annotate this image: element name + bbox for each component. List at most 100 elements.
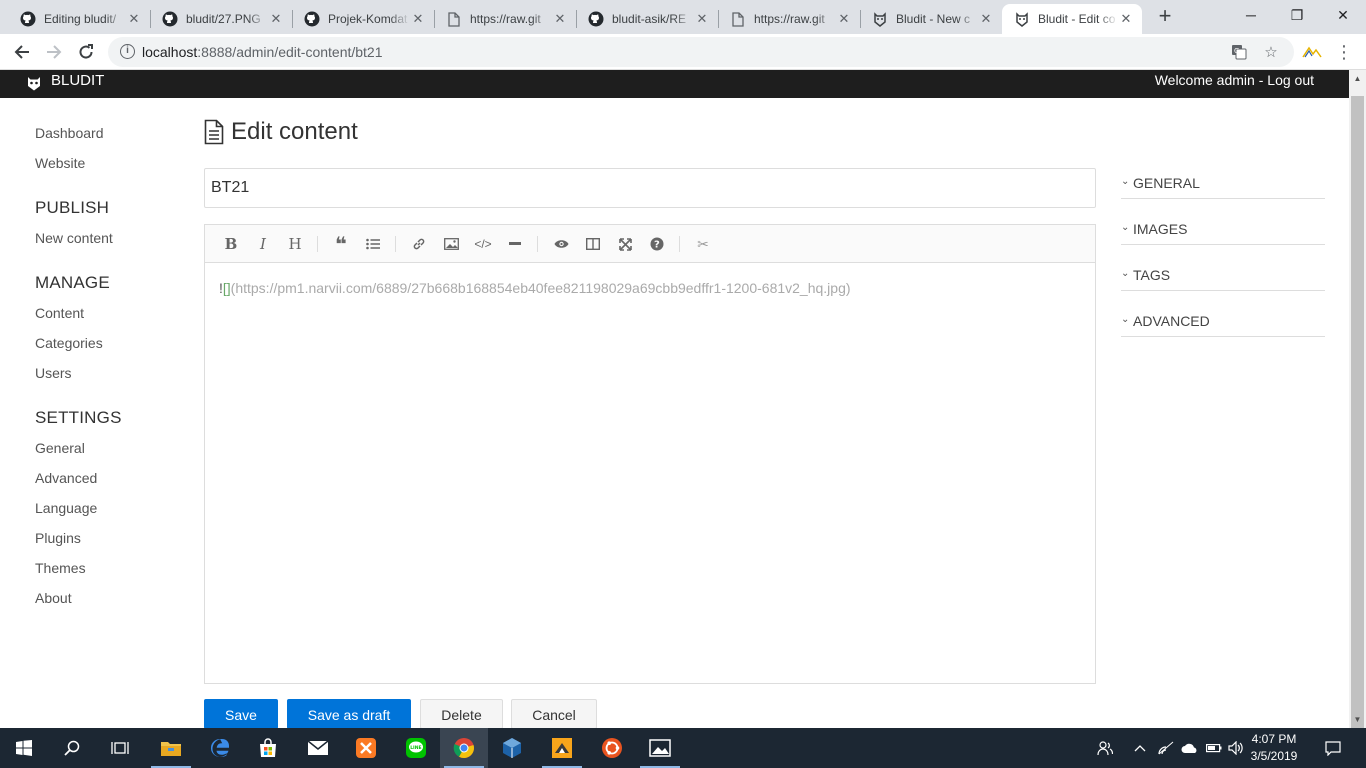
link-icon[interactable] bbox=[409, 234, 429, 254]
site-info-icon[interactable]: i bbox=[120, 44, 135, 59]
volume-icon[interactable] bbox=[1226, 728, 1246, 768]
sidebar-item-new-content[interactable]: New content bbox=[35, 230, 113, 246]
browser-tab[interactable]: Bludit - New c ✕ bbox=[852, 4, 1002, 34]
unordered-list-icon[interactable] bbox=[363, 234, 383, 254]
photos-icon[interactable] bbox=[636, 728, 684, 768]
browser-tab[interactable]: Projek-Komdat ✕ bbox=[284, 4, 434, 34]
horizontal-rule-icon[interactable] bbox=[505, 234, 525, 254]
windows-start-icon[interactable] bbox=[0, 728, 48, 768]
onedrive-cloud-icon[interactable] bbox=[1179, 728, 1201, 768]
action-center-notification-icon[interactable] bbox=[1320, 728, 1346, 768]
microsoft-store-icon[interactable] bbox=[244, 728, 292, 768]
svg-text:LINE: LINE bbox=[410, 745, 421, 751]
task-view-icon[interactable] bbox=[96, 728, 144, 768]
close-tab-icon[interactable]: ✕ bbox=[268, 11, 284, 27]
close-tab-icon[interactable]: ✕ bbox=[410, 11, 426, 27]
sidebar-item-content[interactable]: Content bbox=[35, 305, 84, 321]
new-tab-button[interactable]: + bbox=[1154, 5, 1176, 28]
forward-button[interactable] bbox=[42, 40, 66, 64]
scroll-down-arrow-icon[interactable]: ▼ bbox=[1349, 711, 1366, 728]
browser-tab[interactable]: Editing bludit/ ✕ bbox=[0, 4, 150, 34]
bludit-icon bbox=[872, 11, 888, 27]
preview-eye-icon[interactable] bbox=[551, 234, 571, 254]
italic-icon[interactable]: I bbox=[253, 234, 273, 254]
sidebar-item-advanced[interactable]: Advanced bbox=[35, 470, 97, 486]
fullscreen-icon[interactable] bbox=[615, 234, 635, 254]
close-tab-icon[interactable]: ✕ bbox=[694, 11, 710, 27]
back-button[interactable] bbox=[10, 40, 34, 64]
bold-icon[interactable]: B bbox=[221, 234, 241, 254]
sidebar-item-website[interactable]: Website bbox=[35, 155, 85, 171]
cancel-button[interactable]: Cancel bbox=[511, 699, 597, 729]
file-text-icon bbox=[204, 119, 224, 145]
markdown-editor[interactable]: B I H ❝ </> ? ✂ ![](https://pm1.narvii.c… bbox=[204, 224, 1096, 684]
page-header: Edit content bbox=[204, 118, 358, 146]
clock-time: 4:07 PM bbox=[1251, 732, 1297, 746]
ubuntu-icon[interactable] bbox=[588, 728, 636, 768]
close-tab-icon[interactable]: ✕ bbox=[126, 11, 142, 27]
url-text[interactable]: localhost:8888/admin/edit-content/bt21 bbox=[142, 44, 383, 60]
help-icon[interactable]: ? bbox=[647, 234, 667, 254]
save-button[interactable]: Save bbox=[204, 699, 278, 729]
page-break-scissors-icon[interactable]: ✂ bbox=[693, 234, 713, 254]
battery-icon[interactable] bbox=[1204, 728, 1224, 768]
delete-button[interactable]: Delete bbox=[420, 699, 503, 729]
mail-icon[interactable] bbox=[294, 728, 342, 768]
browser-tab[interactable]: bludit-asik/RE ✕ bbox=[568, 4, 718, 34]
browser-tab[interactable]: https://raw.git ✕ bbox=[426, 4, 576, 34]
page-scrollbar[interactable]: ▲ ▼ bbox=[1349, 70, 1366, 748]
sidebar-item-dashboard[interactable]: Dashboard bbox=[35, 125, 104, 141]
address-bar[interactable]: i localhost:8888/admin/edit-content/bt21… bbox=[108, 37, 1294, 67]
people-icon[interactable] bbox=[1094, 728, 1116, 768]
content-title-input[interactable]: BT21 bbox=[204, 168, 1096, 208]
browser-tab[interactable]: bludit/27.PNG ✕ bbox=[142, 4, 292, 34]
xampp-icon[interactable] bbox=[342, 728, 390, 768]
chrome-icon[interactable] bbox=[440, 728, 488, 768]
restore-button[interactable]: ❐ bbox=[1274, 0, 1320, 32]
sidebar-item-general[interactable]: General bbox=[35, 440, 85, 456]
sidebar-item-about[interactable]: About bbox=[35, 590, 72, 606]
close-tab-icon[interactable]: ✕ bbox=[1118, 11, 1134, 27]
sidebar-item-categories[interactable]: Categories bbox=[35, 335, 103, 351]
extension-icon[interactable] bbox=[1300, 40, 1324, 64]
close-window-button[interactable]: ✕ bbox=[1320, 0, 1366, 32]
reload-button[interactable] bbox=[74, 40, 98, 64]
browser-tab-active[interactable]: Bludit - Edit co ✕ bbox=[1002, 4, 1142, 34]
virtualbox-icon[interactable] bbox=[488, 728, 536, 768]
sidebar-item-users[interactable]: Users bbox=[35, 365, 72, 381]
close-tab-icon[interactable]: ✕ bbox=[836, 11, 852, 27]
line-app-icon[interactable]: LINE bbox=[392, 728, 440, 768]
options-section-tags[interactable]: ⌄ TAGS bbox=[1121, 261, 1325, 291]
scroll-thumb[interactable] bbox=[1351, 96, 1364, 748]
wifi-icon[interactable] bbox=[1156, 728, 1176, 768]
heading-icon[interactable]: H bbox=[285, 234, 305, 254]
file-explorer-icon[interactable] bbox=[147, 728, 195, 768]
sidebar-item-language[interactable]: Language bbox=[35, 500, 97, 516]
browser-menu-icon[interactable]: ⋮ bbox=[1332, 40, 1356, 64]
search-icon[interactable] bbox=[48, 728, 96, 768]
close-tab-icon[interactable]: ✕ bbox=[552, 11, 568, 27]
show-hidden-icons-chevron-icon[interactable] bbox=[1130, 728, 1150, 768]
logout-link[interactable]: Log out bbox=[1267, 72, 1314, 88]
minimize-button[interactable]: ─ bbox=[1228, 0, 1274, 32]
options-section-images[interactable]: ⌄ IMAGES bbox=[1121, 215, 1325, 245]
bookmark-star-icon[interactable]: ☆ bbox=[1262, 43, 1280, 61]
options-section-general[interactable]: ⌄ GENERAL bbox=[1121, 169, 1325, 199]
code-icon[interactable]: </> bbox=[473, 234, 493, 254]
options-section-advanced[interactable]: ⌄ ADVANCED bbox=[1121, 307, 1325, 337]
sidebar-item-plugins[interactable]: Plugins bbox=[35, 530, 81, 546]
edge-icon[interactable] bbox=[196, 728, 244, 768]
browser-tab[interactable]: https://raw.git ✕ bbox=[710, 4, 860, 34]
translate-icon[interactable]: G bbox=[1230, 43, 1248, 61]
sublime-app-icon[interactable] bbox=[538, 728, 586, 768]
sidebar-item-themes[interactable]: Themes bbox=[35, 560, 86, 576]
quote-icon[interactable]: ❝ bbox=[331, 234, 351, 256]
side-by-side-icon[interactable] bbox=[583, 234, 603, 254]
toolbar-separator bbox=[537, 236, 538, 252]
editor-text[interactable]: ![](https://pm1.narvii.com/6889/27b668b1… bbox=[219, 280, 851, 296]
scroll-up-arrow-icon[interactable]: ▲ bbox=[1349, 70, 1366, 87]
image-icon[interactable] bbox=[441, 234, 461, 254]
close-tab-icon[interactable]: ✕ bbox=[978, 11, 994, 27]
save-as-draft-button[interactable]: Save as draft bbox=[287, 699, 411, 729]
taskbar-clock[interactable]: 4:07 PM 3/5/2019 bbox=[1244, 731, 1304, 765]
